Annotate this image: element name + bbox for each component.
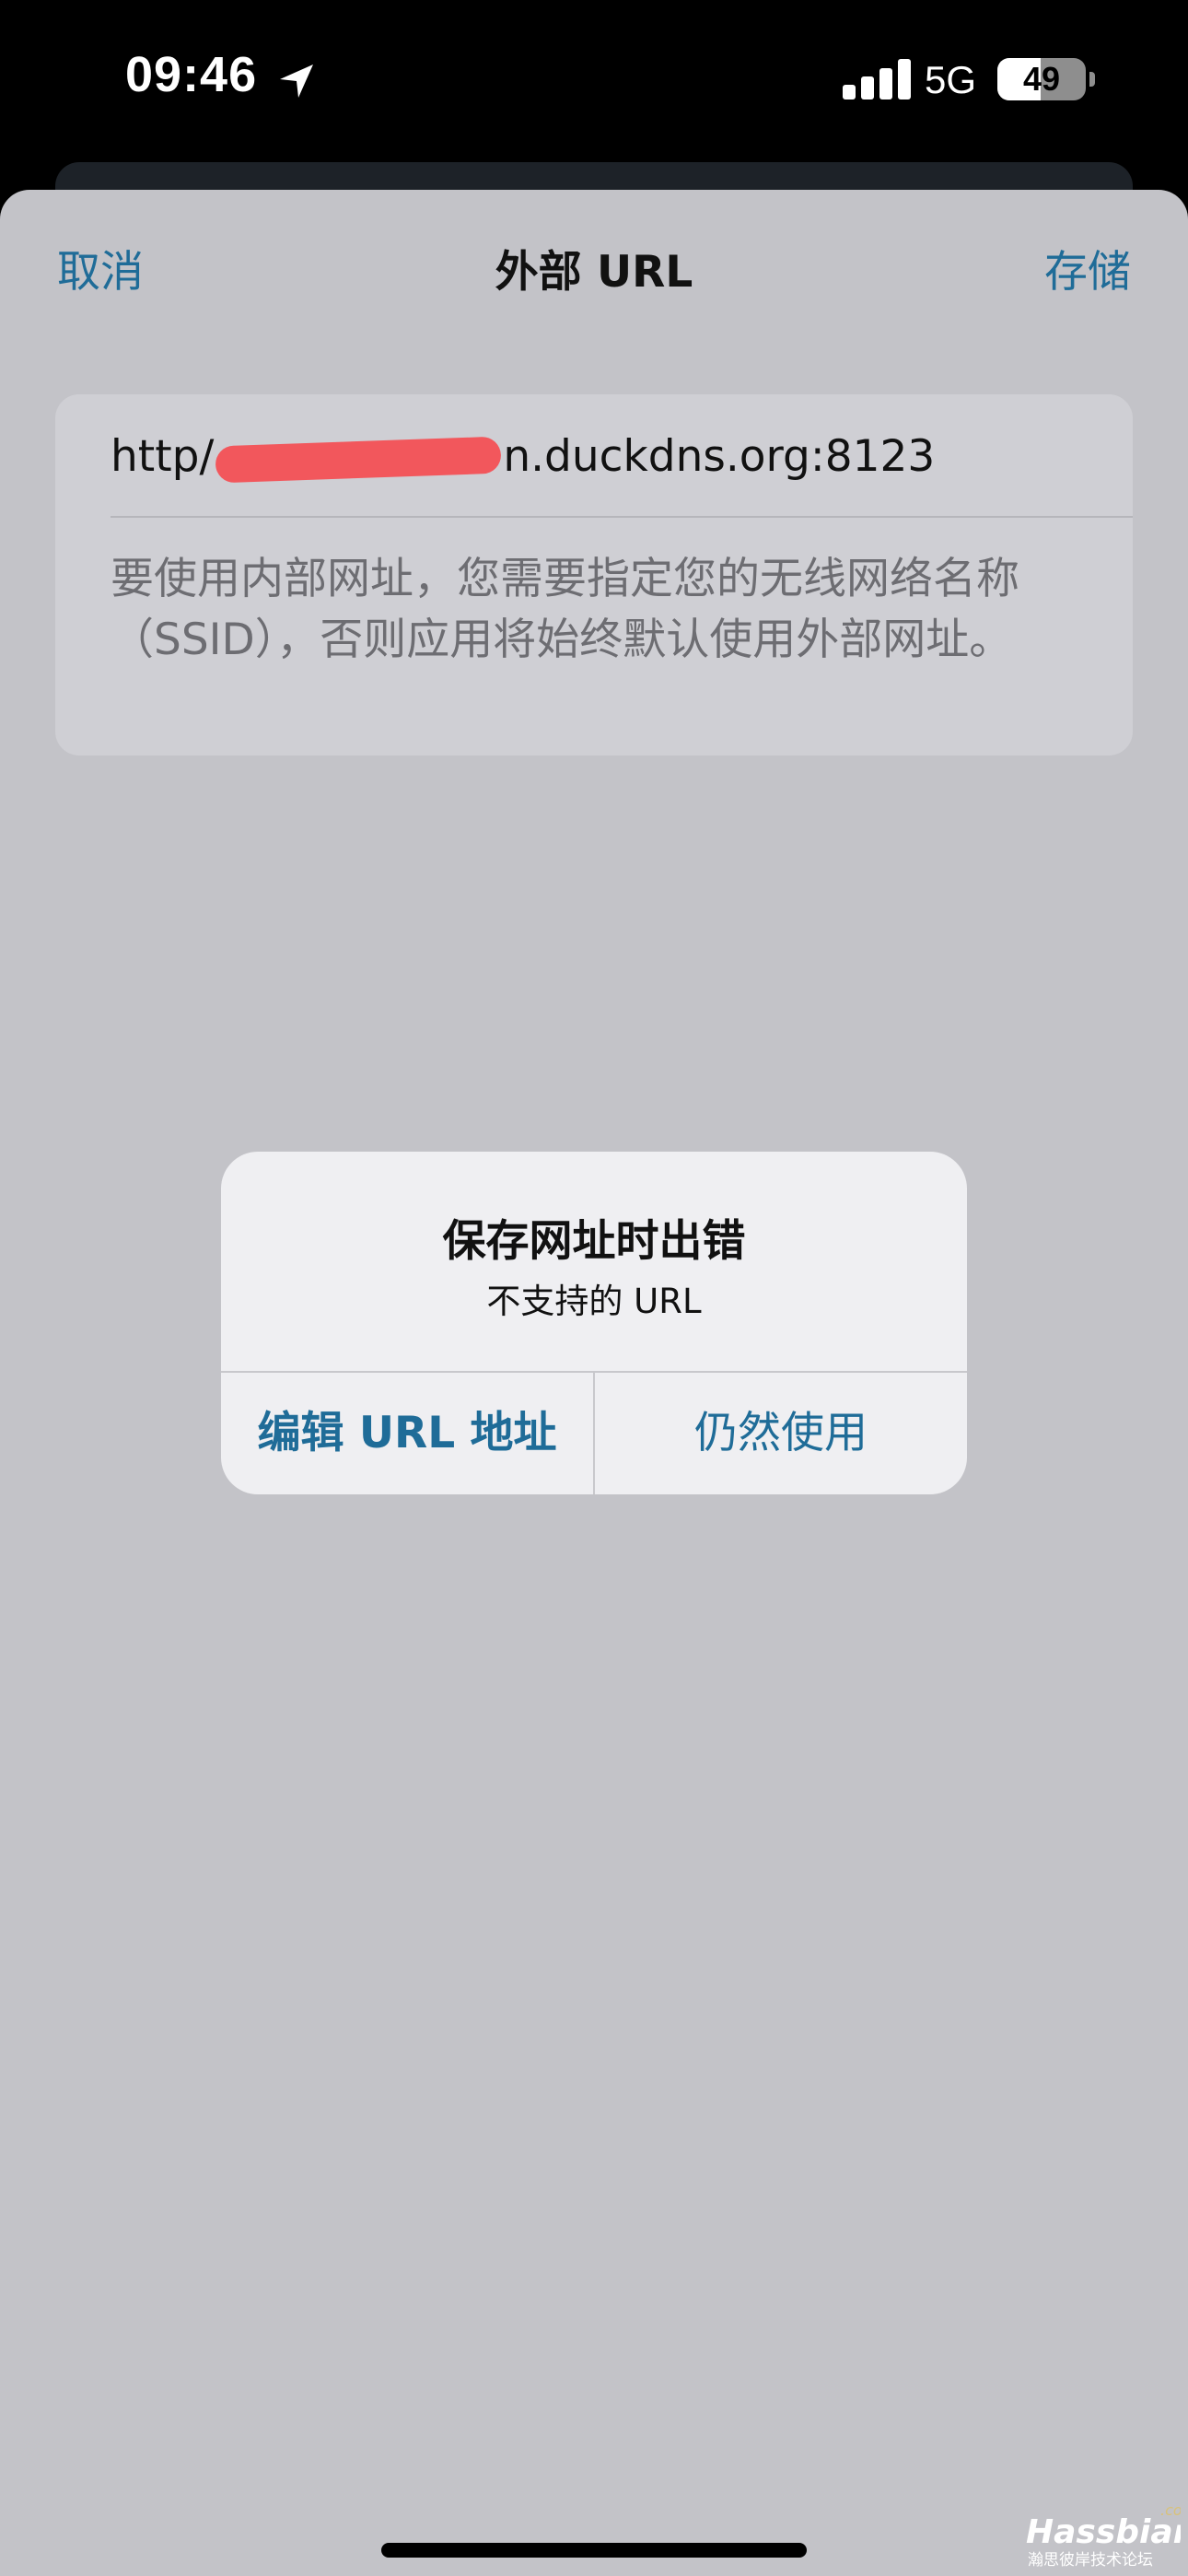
external-url-sheet: 取消 外部 URL 存储 http/n.duckdns.org:8123 要使用… (0, 190, 1188, 2576)
save-button[interactable]: 存储 (1044, 236, 1131, 299)
url-input[interactable]: http/n.duckdns.org:8123 (111, 431, 936, 483)
url-settings-card: http/n.duckdns.org:8123 要使用内部网址，您需要指定您的无… (55, 394, 1133, 755)
alert-message: 不支持的 URL (486, 1282, 702, 1321)
watermark-subtitle: 瀚思彼岸技术论坛 (1028, 2551, 1153, 2570)
use-anyway-button[interactable]: 仍然使用 (595, 1373, 967, 1494)
battery-level: 49 (1022, 60, 1061, 98)
status-time: 09:46 (125, 47, 258, 102)
location-arrow-icon (280, 64, 313, 98)
home-indicator[interactable] (381, 2543, 807, 2558)
page-title: 外部 URL (495, 247, 693, 298)
watermark-brand: Hassbian (1026, 2513, 1181, 2551)
ssid-note: 要使用内部网址，您需要指定您的无线网络名称（SSID），否则应用将始终默认使用外… (111, 554, 1019, 665)
url-suffix: n.duckdns.org:8123 (503, 431, 936, 482)
edit-url-button[interactable]: 编辑 URL 地址 (221, 1373, 593, 1494)
battery-cap (1089, 72, 1095, 87)
hassbian-watermark-logo: .com Hassbian 瀚思彼岸技术论坛 (1026, 2501, 1181, 2570)
card-divider (111, 516, 1133, 518)
url-prefix: http/ (111, 431, 215, 482)
cellular-signal-icon (843, 59, 911, 100)
error-alert: 保存网址时出错 不支持的 URL 编辑 URL 地址 仍然使用 (221, 1152, 967, 1494)
redaction-mark (215, 436, 502, 483)
network-type-label: 5G (925, 58, 977, 101)
alert-title: 保存网址时出错 (442, 1216, 746, 1267)
phone-screen: 09:46 5G 49 取消 外部 URL 存储 http/n.duckdns.… (0, 0, 1188, 2576)
battery-icon: 49 (997, 58, 1086, 100)
status-bar: 09:46 5G 49 (0, 0, 1188, 161)
